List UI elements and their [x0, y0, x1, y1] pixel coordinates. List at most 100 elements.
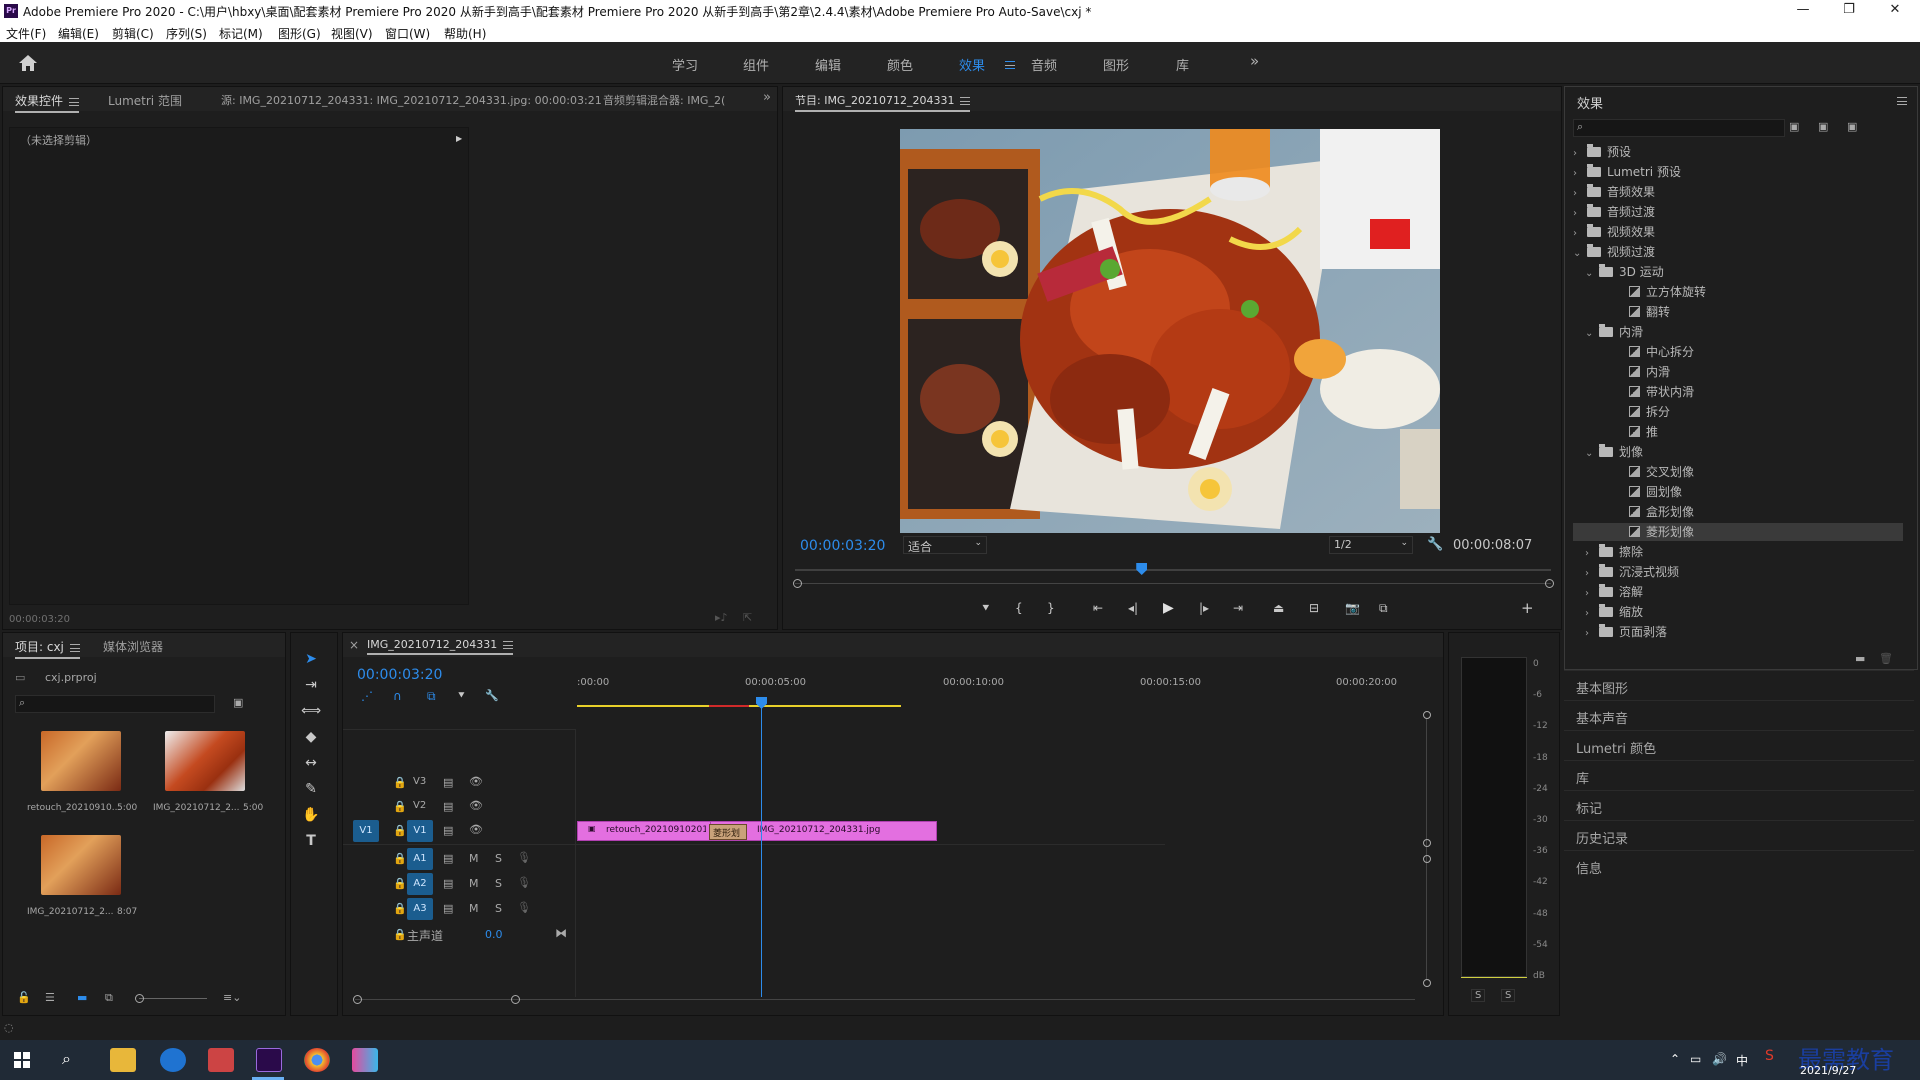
- icon-view-icon[interactable]: ▬: [77, 991, 87, 1004]
- mark-in-icon[interactable]: {: [1015, 601, 1023, 615]
- vertical-scroll-handle[interactable]: [1423, 839, 1431, 847]
- effect-item[interactable]: 交叉划像: [1573, 463, 1694, 481]
- freeform-view-icon[interactable]: ⧉: [105, 991, 113, 1005]
- track-target-a2[interactable]: A2: [407, 873, 433, 895]
- accelerated-effects-icon[interactable]: ▣: [1789, 120, 1799, 133]
- ime-indicator[interactable]: 中: [1736, 1052, 1748, 1069]
- sync-lock-icon[interactable]: ▤: [443, 824, 453, 837]
- step-back-icon[interactable]: ◂|: [1128, 601, 1138, 615]
- chevron-right-icon[interactable]: ›: [1573, 148, 1583, 159]
- maximize-button[interactable]: ❐: [1826, 2, 1872, 20]
- effect-item[interactable]: 推: [1573, 423, 1658, 441]
- effects-folder[interactable]: › 音频过渡: [1573, 203, 1655, 221]
- step-forward-icon[interactable]: |▸: [1199, 601, 1209, 615]
- lift-icon[interactable]: ⏏: [1273, 601, 1284, 615]
- chevron-right-icon[interactable]: ›: [1573, 168, 1583, 179]
- tab-media-browser[interactable]: 媒体浏览器: [103, 638, 163, 655]
- effects-folder[interactable]: ⌄ 内滑: [1573, 323, 1643, 341]
- workspace-menu-icon[interactable]: [999, 57, 1015, 71]
- menu-marker[interactable]: 标记(M): [219, 25, 263, 42]
- go-to-end-icon[interactable]: ⧓: [555, 926, 567, 940]
- voice-over-icon[interactable]: 🎙: [517, 876, 531, 889]
- effects-folder[interactable]: › 擦除: [1573, 543, 1643, 561]
- sync-lock-icon[interactable]: ▤: [443, 902, 453, 915]
- go-to-in-icon[interactable]: ⇤: [1093, 601, 1103, 615]
- close-tab-icon[interactable]: ×: [349, 638, 359, 652]
- delete-icon[interactable]: 🗑: [1879, 652, 1893, 665]
- 32bit-effects-icon[interactable]: ▣: [1818, 120, 1828, 133]
- tab-sequence[interactable]: IMG_20210712_204331: [367, 638, 514, 655]
- export-audio-icon[interactable]: ▸♪: [715, 611, 728, 624]
- chevron-right-icon[interactable]: ›: [1573, 208, 1583, 219]
- tab-program-monitor[interactable]: 节目: IMG_20210712_204331: [795, 92, 971, 112]
- lock-icon[interactable]: 🔒: [393, 824, 407, 837]
- chevron-right-icon[interactable]: ›: [1585, 608, 1595, 619]
- menu-edit[interactable]: 编辑(E): [58, 25, 99, 42]
- snap-in-sequence-icon[interactable]: ⋰: [361, 689, 373, 703]
- chrome-icon[interactable]: [304, 1048, 330, 1072]
- tab-effect-controls[interactable]: 效果控件: [15, 92, 80, 113]
- effect-item[interactable]: 带状内滑: [1573, 383, 1694, 401]
- add-button-icon[interactable]: +: [1521, 599, 1534, 617]
- collapsed-panel-header[interactable]: 信息: [1564, 850, 1914, 880]
- collapsed-panel-header[interactable]: 库: [1564, 760, 1914, 790]
- workspace-assembly[interactable]: 组件: [743, 55, 769, 74]
- chevron-down-icon[interactable]: ⌄: [1573, 248, 1583, 259]
- effect-item[interactable]: 中心拆分: [1573, 343, 1694, 361]
- go-to-out-icon[interactable]: ⇥: [1233, 601, 1243, 615]
- menu-file[interactable]: 文件(F): [6, 25, 46, 42]
- effects-folder[interactable]: › Lumetri 预设: [1573, 163, 1681, 181]
- track-target-v1[interactable]: V1: [407, 820, 433, 842]
- project-search-input[interactable]: ⌕: [15, 695, 215, 713]
- ripple-edit-tool-icon[interactable]: ⟺: [301, 703, 321, 723]
- workspace-effects[interactable]: 效果: [959, 55, 985, 74]
- mark-out-icon[interactable]: }: [1047, 601, 1055, 615]
- lock-icon[interactable]: 🔒: [393, 776, 407, 789]
- collapsed-panel-header[interactable]: 基本声音: [1564, 700, 1914, 730]
- hand-tool-icon[interactable]: ✋: [301, 807, 321, 827]
- effects-panel-menu-icon[interactable]: [1891, 93, 1907, 107]
- horizontal-scroll-right-handle[interactable]: [511, 995, 520, 1004]
- solo-button[interactable]: S: [495, 852, 502, 865]
- menu-graphics[interactable]: 图形(G): [278, 25, 321, 42]
- fit-dropdown[interactable]: 适合 ⌄: [903, 536, 987, 554]
- timeline-settings-icon[interactable]: 🔧: [485, 689, 499, 702]
- collapsed-panel-header[interactable]: 历史记录: [1564, 820, 1914, 850]
- effect-item[interactable]: 翻转: [1573, 303, 1670, 321]
- more-tabs-icon[interactable]: »: [763, 90, 771, 105]
- tab-audio-clip-mixer[interactable]: 音频剪辑混合器: IMG_2(: [603, 92, 725, 108]
- track-target-a1[interactable]: A1: [407, 848, 433, 870]
- edge-browser-icon[interactable]: [160, 1048, 186, 1072]
- program-zoom-bar[interactable]: [795, 583, 1551, 584]
- new-bin-from-search-icon[interactable]: ▣: [233, 696, 243, 709]
- comparison-view-icon[interactable]: ⧉: [1379, 601, 1388, 616]
- menu-view[interactable]: 视图(V): [331, 25, 373, 42]
- search-icon[interactable]: ⌕: [62, 1049, 71, 1069]
- effect-item[interactable]: 内滑: [1573, 363, 1670, 381]
- project-item[interactable]: IMG_20210712_2... 5:00: [143, 727, 271, 827]
- menu-sequence[interactable]: 序列(S): [166, 25, 207, 42]
- home-icon[interactable]: [18, 54, 38, 72]
- chevron-down-icon[interactable]: ⌄: [1585, 328, 1595, 339]
- effects-folder[interactable]: › 音频效果: [1573, 183, 1655, 201]
- timeline-ruler[interactable]: [577, 659, 1439, 723]
- voice-over-icon[interactable]: 🎙: [517, 851, 531, 864]
- effects-folder[interactable]: ⌄ 3D 运动: [1573, 263, 1664, 281]
- export-frame-icon[interactable]: ⇱: [743, 611, 752, 624]
- effect-item[interactable]: 拆分: [1573, 403, 1670, 421]
- type-tool-icon[interactable]: T: [301, 833, 321, 853]
- sort-icon[interactable]: ≡⌄: [223, 991, 241, 1004]
- play-icon[interactable]: ▶: [1163, 600, 1174, 616]
- track-select-tool-icon[interactable]: ⇥: [301, 677, 321, 697]
- effect-item[interactable]: 立方体旋转: [1573, 283, 1706, 301]
- timeline-timecode[interactable]: 00:00:03:20: [357, 667, 442, 683]
- lock-icon[interactable]: 🔒: [393, 800, 407, 813]
- file-explorer-icon[interactable]: [110, 1048, 136, 1072]
- chevron-right-icon[interactable]: ›: [1585, 628, 1595, 639]
- sogou-icon[interactable]: S: [1765, 1048, 1774, 1064]
- sync-lock-icon[interactable]: ▤: [443, 852, 453, 865]
- tab-source-monitor[interactable]: 源: IMG_20210712_204331: IMG_20210712_204…: [221, 92, 602, 108]
- collapsed-panel-header[interactable]: 标记: [1564, 790, 1914, 820]
- sync-lock-icon[interactable]: ▤: [443, 800, 453, 813]
- menu-help[interactable]: 帮助(H): [444, 25, 486, 42]
